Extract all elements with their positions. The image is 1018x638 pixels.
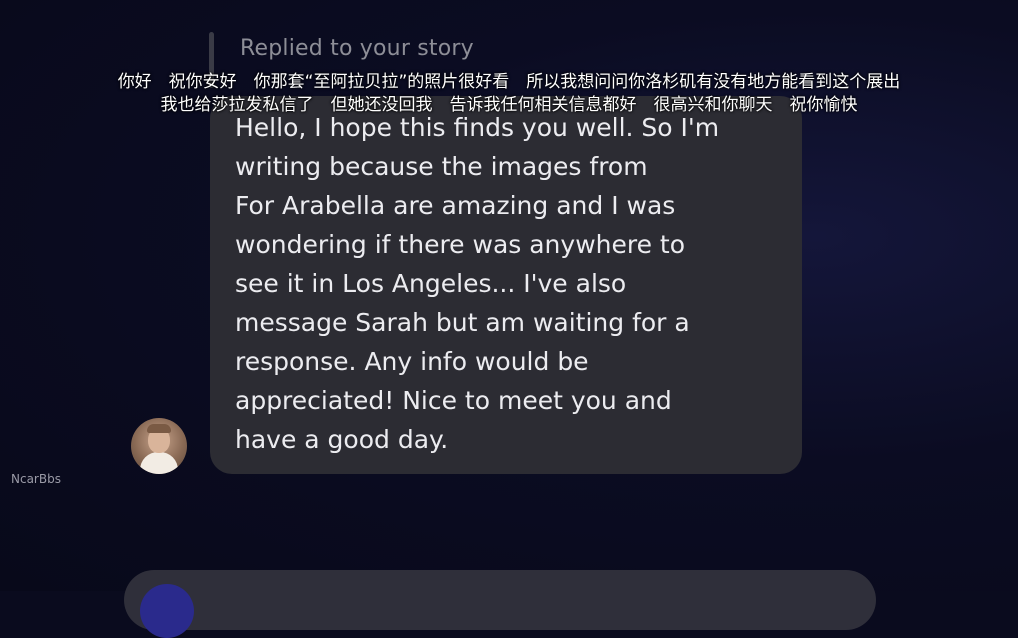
watermark: NcarBbs (11, 472, 61, 486)
camera-button[interactable] (140, 584, 194, 638)
reply-context-label: Replied to your story (240, 36, 474, 61)
message-line: wondering if there was anywhere to (235, 230, 686, 259)
message-line: message Sarah but am waiting for a (235, 308, 690, 337)
message-text: Hello, I hope this finds you well. So I'… (235, 108, 775, 459)
subtitle-line-2: 我也给莎拉发私信了 但她还没回我 告诉我任何相关信息都好 很高兴和你聊天 祝你愉… (160, 95, 858, 115)
subtitle-line-1: 你好 祝你安好 你那套“至阿拉贝拉”的照片很好看 所以我想问问你洛杉矶有没有地方… (117, 72, 901, 92)
message-composer[interactable] (124, 570, 876, 630)
message-line: For Arabella are amazing and I was (235, 191, 676, 220)
message-line: response. Any info would be (235, 347, 589, 376)
avatar-hair (147, 424, 171, 433)
message-line: have a good day. (235, 425, 449, 454)
message-line: writing because the images from (235, 152, 648, 181)
avatar-shirt (140, 452, 178, 474)
message-line: see it in Los Angeles... I've also (235, 269, 627, 298)
sender-avatar[interactable] (131, 418, 187, 474)
message-line: appreciated! Nice to meet you and (235, 386, 672, 415)
